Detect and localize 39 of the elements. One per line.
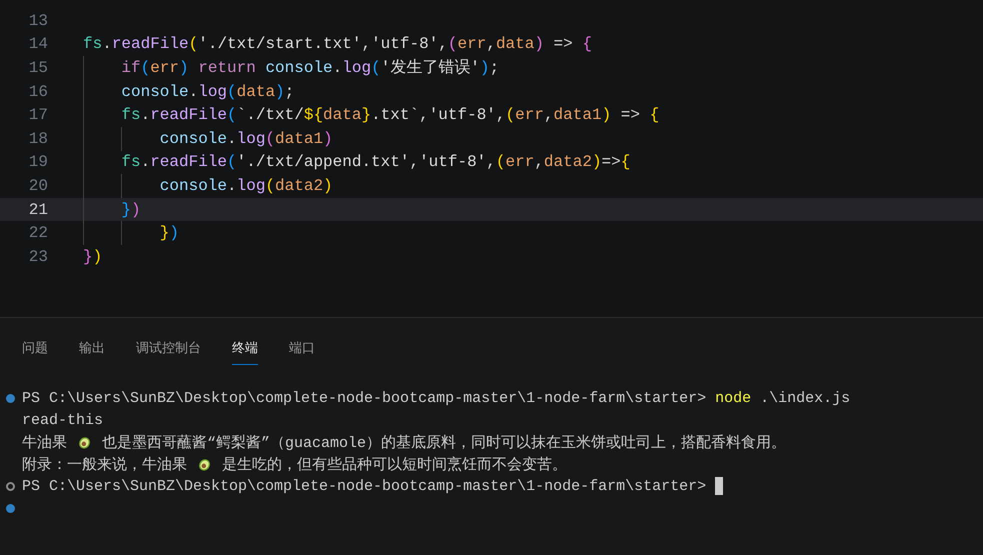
panel-tab[interactable]: 问题: [22, 339, 48, 365]
code-editor[interactable]: [0, 0, 983, 318]
command-status-dot[interactable]: [6, 394, 14, 402]
line-number: 20: [28, 176, 48, 195]
panel-tab[interactable]: 输出: [79, 339, 105, 365]
line-number: 22: [28, 224, 48, 242]
code-line: fs.readFile('./txt/start.txt','utf-8',(err,data) => {: [83, 34, 592, 56]
line-number: 16: [28, 82, 48, 101]
terminal-output: 附录：一般来说，牛油果: [22, 456, 188, 474]
avocado-icon: [197, 456, 212, 472]
line-number: 18: [28, 130, 48, 148]
terminal-output: 牛油果: [22, 434, 68, 452]
line-number: 14: [28, 35, 48, 54]
panel-tab[interactable]: 调试控制台: [136, 339, 201, 365]
terminal-prompt: PS C:\Users\SunBZ\Desktop\complete-node-bootcamp-master\1-node-farm\starter>: [22, 390, 706, 406]
line-number: 23: [28, 248, 48, 266]
line-number: 19: [28, 153, 48, 172]
code-line: fs.readFile(`./txt/${data}.txt`,'utf-8',(err,data1) => {: [83, 103, 660, 127]
code-line: console.log(data);: [83, 80, 294, 104]
code-line: fs.readFile('./txt/append.txt','utf-8',(err,data2)=>{: [83, 150, 630, 174]
command-status-dot[interactable]: [6, 504, 14, 512]
code-line: }): [83, 221, 179, 245]
line-number: 15: [28, 58, 48, 77]
line-number: 13: [28, 12, 48, 30]
terminal-command: node .\index.js: [714, 390, 850, 406]
code-line: console.log(data1): [83, 126, 333, 151]
avocado-icon: [77, 434, 92, 450]
terminal-output: 是生吃的，但有些品种可以短时间烹饪而不会变苦。: [221, 455, 568, 474]
terminal-output: read-this: [22, 412, 104, 428]
terminal-output: 也是墨西哥蘸酱“鳄梨酱”（guacamole）的基底原料，同时可以抹在玉米饼或吐司上，搭配香料食用。: [101, 433, 786, 452]
panel-tab[interactable]: 端口: [289, 339, 315, 365]
code-line: }): [83, 198, 141, 222]
line-number: 17: [28, 106, 48, 124]
panel-tab[interactable]: 终端: [232, 339, 258, 365]
code-line: }): [83, 246, 102, 268]
line-number: 21: [28, 200, 48, 219]
code-line: if(err) return console.log('发生了错误');: [83, 56, 500, 80]
terminal-prompt: PS C:\Users\SunBZ\Desktop\complete-node-bootcamp-master\1-node-farm\starter>: [22, 478, 706, 494]
command-status-dot[interactable]: [6, 482, 14, 490]
